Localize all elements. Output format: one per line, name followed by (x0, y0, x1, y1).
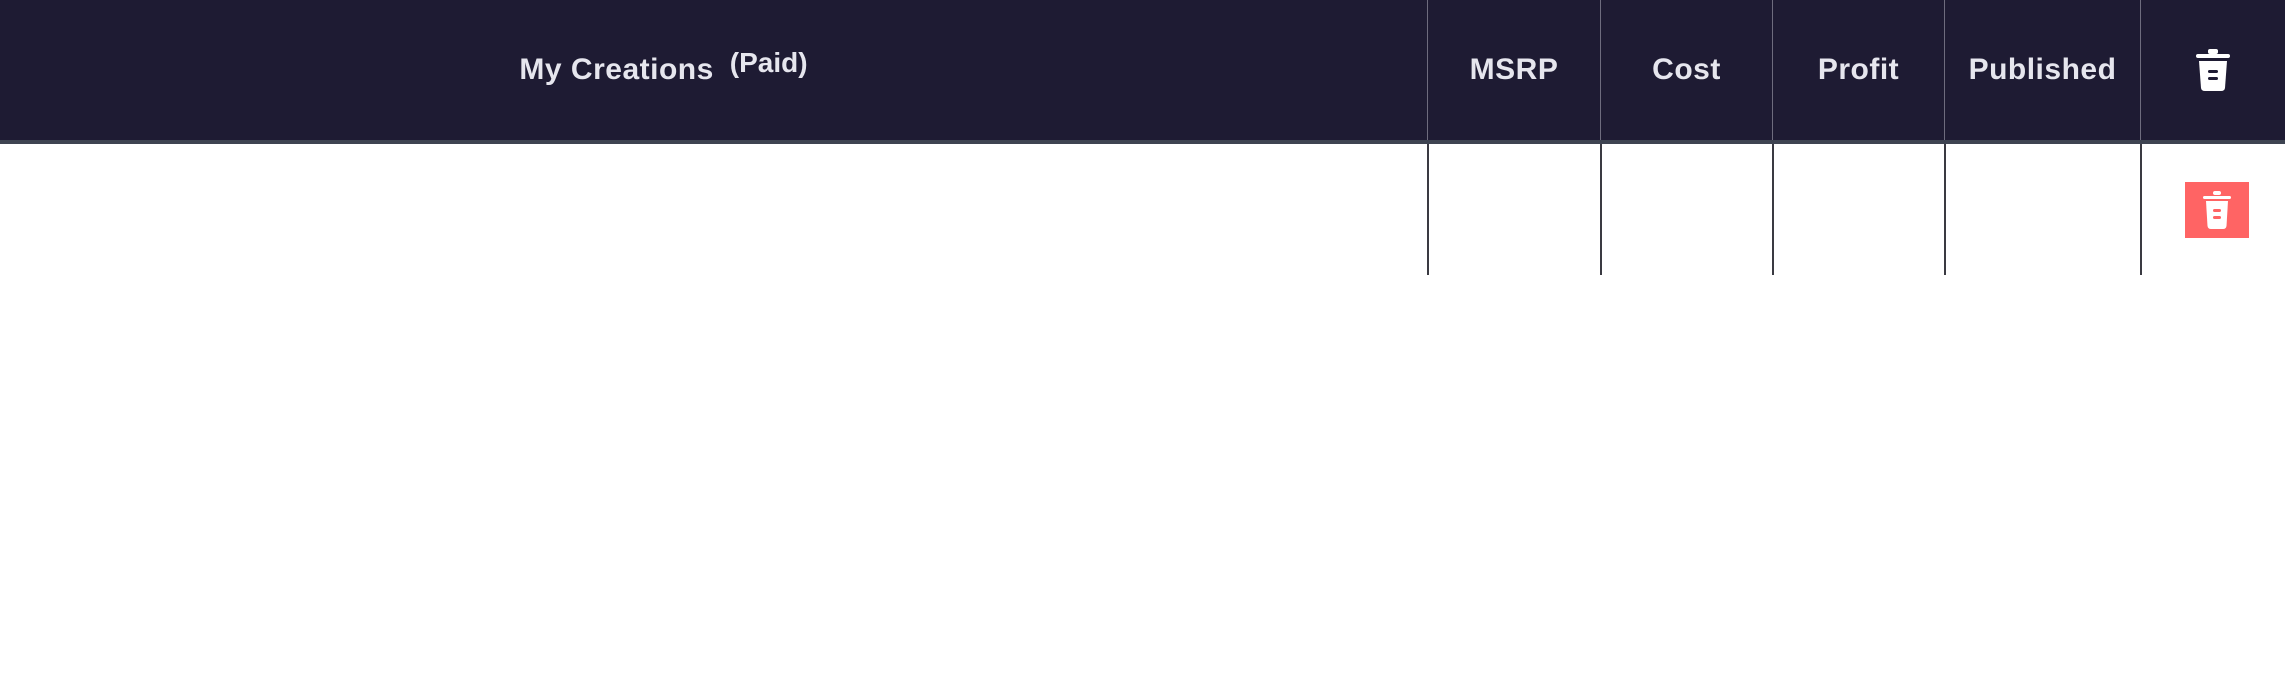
column-header-profit-label: Profit (1817, 53, 1900, 86)
row-delete-cell (2140, 144, 2285, 275)
trash-icon (2202, 190, 2231, 229)
column-header-name-label: My Creations (519, 53, 714, 86)
column-header-paid-suffix: (Paid) (729, 47, 808, 78)
column-header-cost: Cost (1600, 0, 1772, 140)
column-header-name: My Creations (Paid) (0, 0, 1427, 140)
column-header-published: Published (1944, 0, 2140, 140)
delete-row-button[interactable] (2184, 181, 2249, 238)
row-name-cell (0, 144, 1427, 275)
row-profit-cell (1772, 144, 1944, 275)
column-header-delete (2140, 0, 2285, 140)
row-cost-cell (1600, 144, 1772, 275)
table-row (0, 144, 2285, 275)
column-header-profit: Profit (1772, 0, 1944, 140)
trash-icon (2196, 49, 2230, 91)
column-header-name-wrap: My Creations (Paid) (519, 47, 807, 87)
row-msrp-cell (1427, 144, 1600, 275)
table-header: My Creations (Paid) MSRP Cost Profit Pub… (0, 0, 2285, 144)
creations-table: My Creations (Paid) MSRP Cost Profit Pub… (0, 0, 2285, 275)
row-published-cell (1944, 144, 2140, 275)
column-header-msrp-label: MSRP (1469, 53, 1559, 86)
column-header-published-label: Published (1968, 53, 2117, 86)
column-header-msrp: MSRP (1427, 0, 1600, 140)
column-header-cost-label: Cost (1652, 53, 1721, 86)
